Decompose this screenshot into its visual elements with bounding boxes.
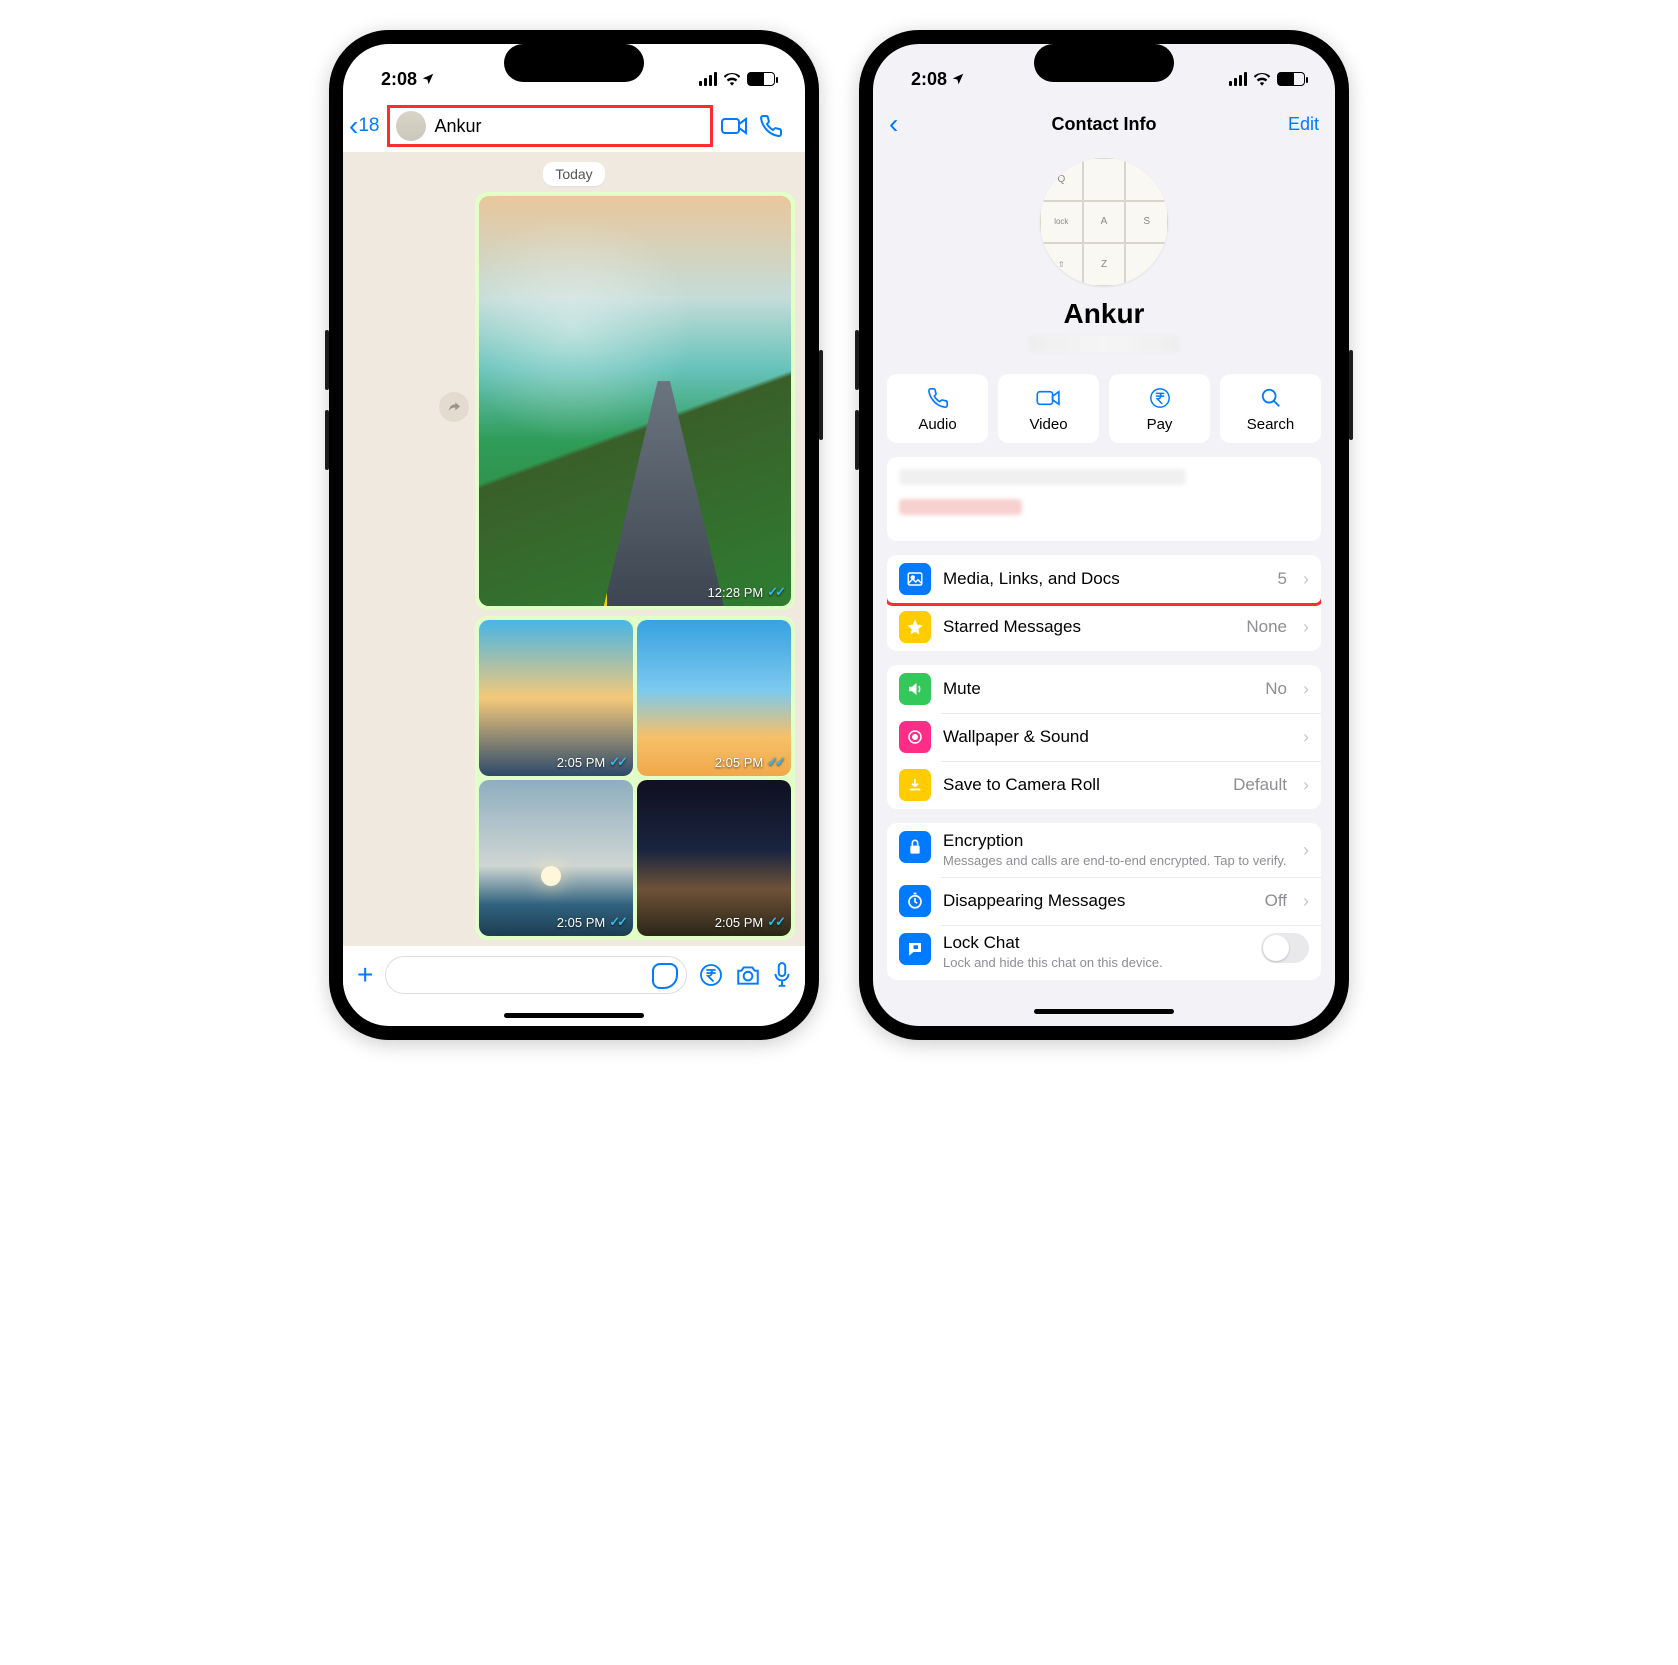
read-ticks-icon: ✓✓ [767, 914, 783, 930]
date-separator: Today [543, 162, 604, 186]
chevron-right-icon: › [1303, 617, 1309, 638]
camera-button[interactable] [735, 963, 761, 987]
back-button[interactable]: ‹ [889, 108, 898, 140]
page-title: Contact Info [1052, 114, 1157, 135]
contact-name: Ankur [873, 298, 1335, 330]
message-bubble[interactable]: 2:05 PM✓✓ 2:05 PM✓✓ 2:05 PM✓✓ 2:05 PM✓✓ [475, 616, 795, 940]
home-indicator[interactable] [343, 1004, 805, 1026]
chat-lock-icon [899, 933, 931, 965]
clock: 2:08 [911, 69, 947, 90]
cellular-icon [699, 72, 717, 86]
row-encryption[interactable]: Encryption Messages and calls are end-to… [887, 823, 1321, 877]
contact-name: Ankur [434, 116, 481, 137]
video-call-button[interactable] [721, 116, 755, 136]
phone-contact-info: 2:08 ‹ Contact Info Edit [859, 30, 1349, 1040]
search-icon [1260, 386, 1282, 410]
chevron-right-icon: › [1303, 775, 1309, 796]
list-settings: Mute No › Wallpaper & Sound › Save to Ca… [887, 665, 1321, 809]
row-starred-messages[interactable]: Starred Messages None › [887, 603, 1321, 651]
message-input-bar: + [343, 946, 805, 1004]
back-count: 18 [358, 115, 379, 137]
message-input[interactable] [385, 956, 687, 994]
read-ticks-icon: ✓✓ [609, 914, 625, 930]
sticker-button[interactable] [652, 963, 678, 989]
lock-icon [899, 831, 931, 863]
row-save-camera-roll[interactable]: Save to Camera Roll Default › [887, 761, 1321, 809]
redacted-status-block [887, 457, 1321, 541]
dynamic-island [1034, 44, 1174, 82]
row-disappearing-messages[interactable]: Disappearing Messages Off › [887, 877, 1321, 925]
cellular-icon [1229, 72, 1247, 86]
battery-icon [747, 72, 775, 86]
chat-header: ‹ 18 Ankur [343, 100, 805, 152]
chevron-right-icon: › [1303, 840, 1309, 861]
payment-button[interactable] [699, 963, 723, 987]
speaker-icon [899, 673, 931, 705]
nav-bar: ‹ Contact Info Edit [873, 100, 1335, 148]
row-media-links-docs[interactable]: Media, Links, and Docs 5 › [887, 555, 1321, 603]
chevron-right-icon: › [1303, 569, 1309, 590]
photo-icon [899, 563, 931, 595]
chevron-right-icon: › [1303, 891, 1309, 912]
timestamp: 12:28 PM [708, 585, 764, 600]
voice-call-button[interactable] [759, 114, 793, 138]
avatar-large[interactable]: Q lockAS ⇧Z [1040, 158, 1168, 286]
message-bubble[interactable]: 12:28 PM✓✓ [475, 192, 795, 610]
location-icon [421, 72, 435, 86]
action-buttons: Audio Video Pay Search [873, 360, 1335, 457]
action-pay[interactable]: Pay [1109, 374, 1210, 443]
sent-image[interactable]: 2:05 PM✓✓ [479, 620, 633, 776]
attach-button[interactable]: + [357, 959, 373, 991]
wallpaper-icon [899, 721, 931, 753]
battery-icon [1277, 72, 1305, 86]
edit-button[interactable]: Edit [1288, 114, 1319, 135]
back-button[interactable]: ‹ 18 [349, 112, 379, 140]
sent-image[interactable]: 2:05 PM✓✓ [637, 780, 791, 936]
sent-image[interactable]: 12:28 PM✓✓ [479, 196, 791, 606]
lock-chat-toggle[interactable] [1261, 933, 1309, 963]
read-ticks-icon: ✓✓ [767, 754, 783, 770]
profile-section: Q lockAS ⇧Z Ankur [873, 148, 1335, 360]
action-search[interactable]: Search [1220, 374, 1321, 443]
wifi-icon [723, 72, 741, 86]
video-icon [1036, 386, 1062, 410]
rupee-icon [1149, 386, 1171, 410]
redacted-phone [1029, 336, 1179, 352]
action-video[interactable]: Video [998, 374, 1099, 443]
location-icon [951, 72, 965, 86]
sent-image[interactable]: 2:05 PM✓✓ [637, 620, 791, 776]
home-indicator[interactable] [873, 1000, 1335, 1022]
row-lock-chat[interactable]: Lock Chat Lock and hide this chat on thi… [887, 925, 1321, 979]
sent-image[interactable]: 2:05 PM✓✓ [479, 780, 633, 936]
forward-icon[interactable] [439, 392, 469, 422]
mic-button[interactable] [773, 962, 791, 988]
chevron-right-icon: › [1303, 679, 1309, 700]
phone-chat: 2:08 ‹ 18 [329, 30, 819, 1040]
chat-body[interactable]: Today 12:28 PM✓✓ 2:05 PM✓✓ 2:05 PM✓✓ 2:0… [343, 152, 805, 946]
list-media-starred: Media, Links, and Docs 5 › Starred Messa… [887, 555, 1321, 651]
download-icon [899, 769, 931, 801]
row-wallpaper-sound[interactable]: Wallpaper & Sound › [887, 713, 1321, 761]
timer-icon [899, 885, 931, 917]
action-audio[interactable]: Audio [887, 374, 988, 443]
phone-icon [927, 386, 949, 410]
avatar-small [396, 111, 426, 141]
row-mute[interactable]: Mute No › [887, 665, 1321, 713]
clock: 2:08 [381, 69, 417, 90]
chevron-right-icon: › [1303, 727, 1309, 748]
dynamic-island [504, 44, 644, 82]
list-security: Encryption Messages and calls are end-to… [887, 823, 1321, 980]
chevron-left-icon: ‹ [349, 112, 358, 140]
contact-header-button[interactable]: Ankur [387, 105, 713, 147]
read-ticks-icon: ✓✓ [609, 754, 625, 770]
read-ticks-icon: ✓✓ [767, 584, 783, 600]
wifi-icon [1253, 72, 1271, 86]
star-icon [899, 611, 931, 643]
